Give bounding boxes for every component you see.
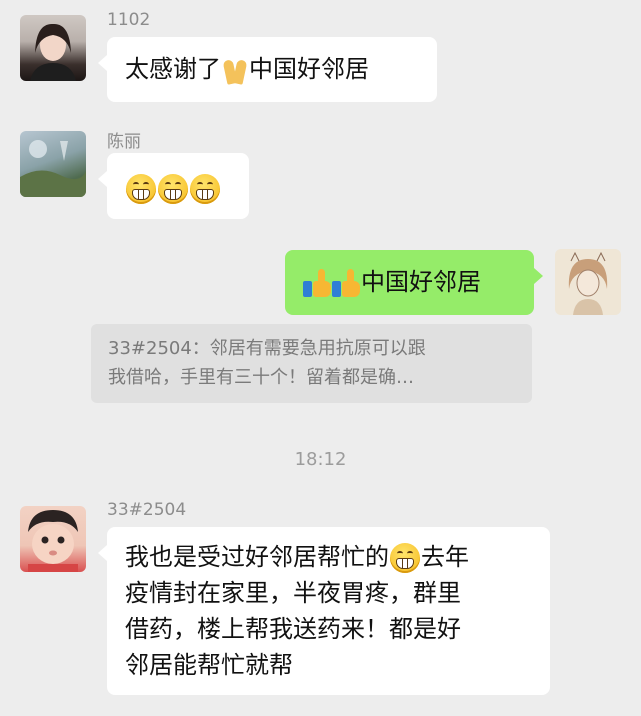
grinning-face-icon	[190, 174, 220, 204]
avatar-landscape-image	[20, 140, 86, 197]
avatar-33-2504[interactable]	[20, 506, 86, 572]
grinning-face-icon	[158, 174, 188, 204]
quote-line: 33#2504：邻居有需要急用抗原可以跟	[108, 338, 426, 359]
quote-line: 我借哈，手里有三十个！留着都是确…	[108, 367, 414, 388]
folded-hands-icon	[223, 56, 247, 84]
grinning-face-icon	[126, 174, 156, 204]
avatar-1102[interactable]	[20, 15, 86, 81]
thumbs-up-icon	[303, 269, 331, 297]
message-text: 疫情封在家里，半夜胃疼，群里	[125, 579, 461, 607]
message-text: 我也是受过好邻居帮忙的	[125, 543, 389, 571]
sender-name: 陈丽	[107, 132, 141, 152]
avatar-self[interactable]	[555, 249, 621, 315]
message-text: 邻居能帮忙就帮	[125, 651, 293, 679]
grinning-face-icon	[390, 543, 420, 573]
message-text: 中国好邻居	[249, 55, 369, 83]
message-text: 去年	[421, 543, 469, 571]
avatar-baby-image	[28, 510, 78, 572]
sender-name: 33#2504	[107, 500, 187, 520]
message-bubble-self[interactable]: 中国好邻居	[285, 250, 543, 315]
message-text: 太感谢了	[125, 55, 221, 83]
avatar-chenli[interactable]	[20, 131, 86, 197]
avatar-woman-image	[30, 23, 76, 81]
message-text: 借药，楼上帮我送药来！都是好	[125, 615, 461, 643]
message-bubble[interactable]: 我也是受过好邻居帮忙的 去年 疫情封在家里，半夜胃疼，群里 借药，楼上帮我送药来！…	[98, 527, 550, 695]
avatar-sketch-girl-image	[568, 251, 608, 315]
timestamp: 18:12	[294, 449, 347, 470]
message-text: 中国好邻居	[361, 268, 481, 296]
quoted-message[interactable]: 33#2504：邻居有需要急用抗原可以跟 我借哈，手里有三十个！留着都是确…	[91, 324, 532, 403]
thumbs-up-icon	[332, 269, 360, 297]
message-bubble[interactable]	[98, 153, 249, 219]
sender-name: 1102	[107, 10, 151, 30]
message-bubble[interactable]: 太感谢了 中国好邻居	[98, 37, 437, 102]
